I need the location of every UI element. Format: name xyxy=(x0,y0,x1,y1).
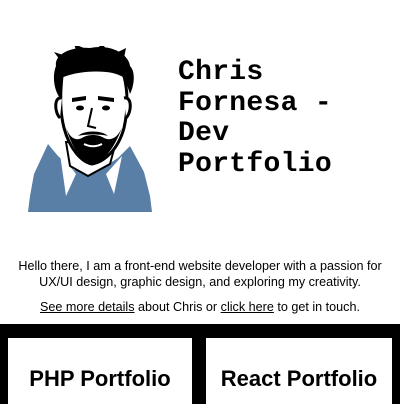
contact-link[interactable]: click here xyxy=(221,300,274,314)
see-details-link[interactable]: See more details xyxy=(40,300,135,314)
title-line: Fornesa - xyxy=(178,87,332,119)
php-portfolio-card[interactable]: PHP Portfolio xyxy=(8,338,192,408)
title-line: Chris xyxy=(178,57,264,88)
intro-text: Hello there, I am a front-end website de… xyxy=(18,259,382,289)
page-title: Chris Fornesa - Dev Portfolio xyxy=(178,57,393,180)
title-line: Dev xyxy=(178,118,230,149)
react-portfolio-card[interactable]: React Portfolio xyxy=(206,338,392,408)
card-label: PHP Portfolio xyxy=(29,366,171,391)
portrait-illustration-icon xyxy=(28,46,152,212)
intro-middle-text: about Chris or xyxy=(134,300,221,314)
title-line: Portfolio xyxy=(178,148,332,180)
avatar xyxy=(26,46,154,212)
intro-end-text: to get in touch. xyxy=(273,300,360,314)
intro-section: Hello there, I am a front-end website de… xyxy=(0,258,400,315)
intro-links-line: See more details about Chris or click he… xyxy=(0,299,400,315)
card-label: React Portfolio xyxy=(220,366,378,391)
hero-header: Chris Fornesa - Dev Portfolio xyxy=(0,0,400,240)
